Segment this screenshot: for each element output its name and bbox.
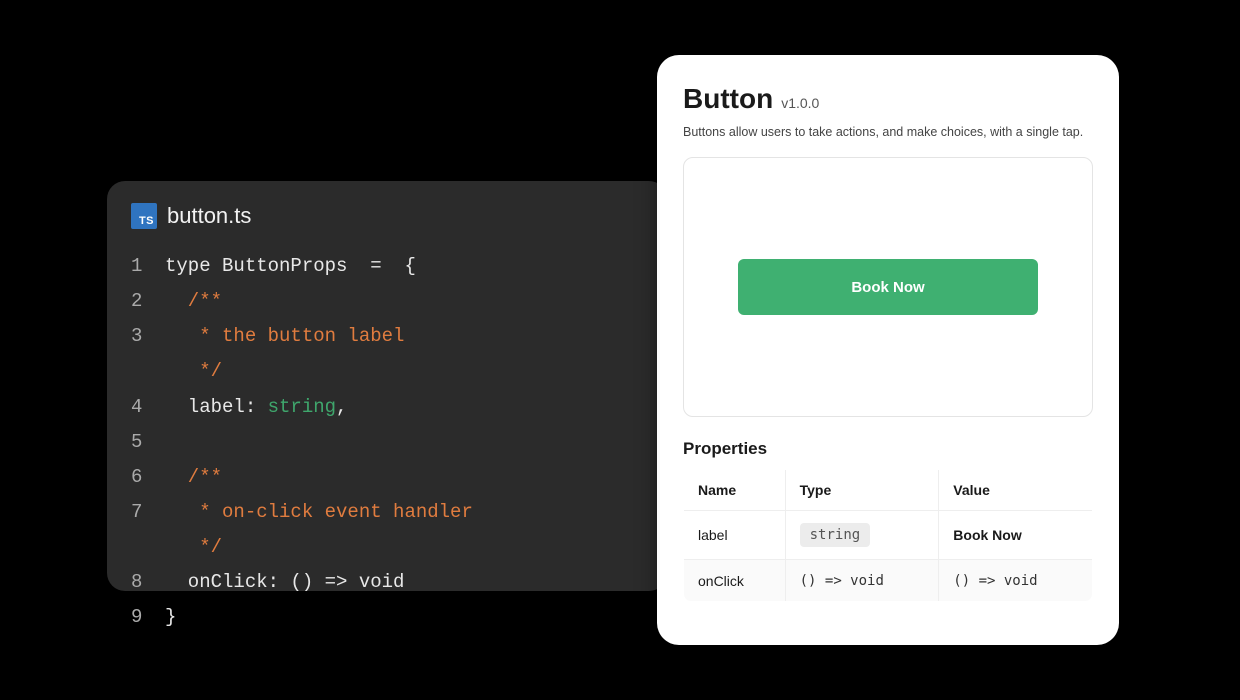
code-line: 1type ButtonProps = { — [131, 249, 643, 284]
code-line: 4 label: string, — [131, 390, 643, 425]
table-row: label string Book Now — [684, 511, 1093, 560]
code-content — [165, 425, 176, 460]
component-doc-card: Button v1.0.0 Buttons allow users to tak… — [657, 55, 1119, 645]
type-chip: string — [800, 523, 871, 547]
line-number: 8 — [131, 565, 165, 600]
line-number: 9 — [131, 600, 165, 635]
component-version: v1.0.0 — [781, 95, 819, 111]
prop-value[interactable]: () => void — [939, 560, 1093, 602]
properties-heading: Properties — [683, 439, 1093, 459]
component-title: Button — [683, 83, 773, 115]
code-content: */ — [165, 530, 222, 565]
prop-value[interactable]: Book Now — [939, 511, 1093, 560]
code-content: /** — [165, 284, 222, 319]
code-content: type ButtonProps = { — [165, 249, 416, 284]
line-number: 3 — [131, 319, 165, 354]
line-number — [131, 354, 165, 389]
line-number: 1 — [131, 249, 165, 284]
code-content: */ — [165, 354, 222, 389]
line-number: 4 — [131, 390, 165, 425]
prop-type: string — [785, 511, 939, 560]
code-content: label: string, — [165, 390, 347, 425]
code-line: 6 /** — [131, 460, 643, 495]
code-line: 7 * on-click event handler — [131, 495, 643, 530]
code-line: 8 onClick: () => void — [131, 565, 643, 600]
prop-type: () => void — [785, 560, 939, 602]
code-line: 3 * the button label — [131, 319, 643, 354]
table-header-row: Name Type Value — [684, 470, 1093, 511]
col-value: Value — [939, 470, 1093, 511]
code-line: */ — [131, 530, 643, 565]
demo-button[interactable]: Book Now — [738, 259, 1038, 315]
code-content: /** — [165, 460, 222, 495]
code-line: 5 — [131, 425, 643, 460]
table-row: onClick() => void() => void — [684, 560, 1093, 602]
code-line: 2 /** — [131, 284, 643, 319]
filename-label: button.ts — [167, 203, 251, 229]
line-number: 5 — [131, 425, 165, 460]
line-number: 6 — [131, 460, 165, 495]
code-content: } — [165, 600, 176, 635]
code-line: 9} — [131, 600, 643, 635]
line-number: 7 — [131, 495, 165, 530]
code-content: * on-click event handler — [165, 495, 473, 530]
code-editor-panel: TS button.ts 1type ButtonProps = {2 /**3… — [107, 181, 667, 591]
editor-tab[interactable]: TS button.ts — [131, 203, 643, 229]
component-description: Buttons allow users to take actions, and… — [683, 125, 1093, 139]
code-content: * the button label — [165, 319, 404, 354]
line-number: 2 — [131, 284, 165, 319]
col-type: Type — [785, 470, 939, 511]
properties-table: Name Type Value labelstringBook NowonCli… — [683, 469, 1093, 602]
col-name: Name — [684, 470, 786, 511]
prop-name: label — [684, 511, 786, 560]
prop-name: onClick — [684, 560, 786, 602]
code-content: onClick: () => void — [165, 565, 404, 600]
code-line: */ — [131, 354, 643, 389]
component-preview-box: Book Now — [683, 157, 1093, 417]
code-block[interactable]: 1type ButtonProps = {2 /**3 * the button… — [131, 249, 643, 636]
typescript-file-icon: TS — [131, 203, 157, 229]
line-number — [131, 530, 165, 565]
